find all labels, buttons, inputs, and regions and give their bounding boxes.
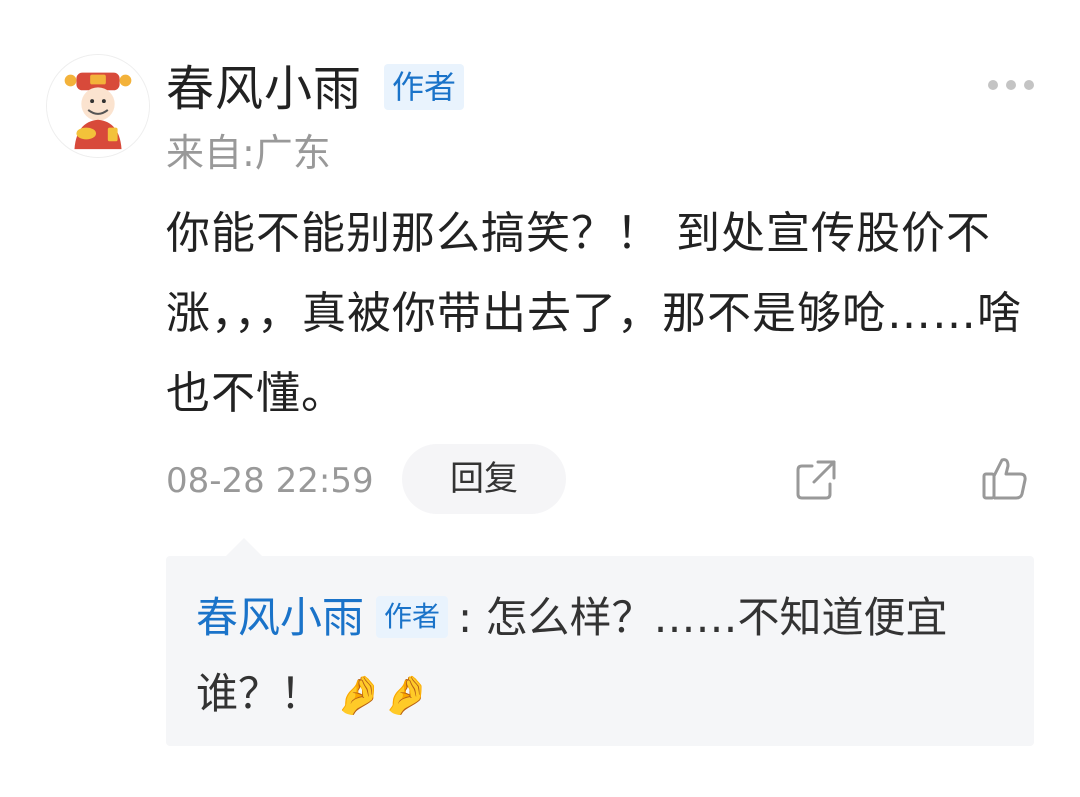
pinched-fingers-icon: 🤌🤌 <box>335 673 431 717</box>
username[interactable]: 春风小雨 <box>166 58 362 120</box>
reply-separator: : <box>458 593 473 642</box>
reply-button[interactable]: 回复 <box>402 444 566 514</box>
god-of-wealth-avatar-icon <box>47 55 149 157</box>
timestamp: 08-28 22:59 <box>166 461 374 501</box>
share-icon[interactable] <box>792 456 840 504</box>
reply-pointer <box>226 538 262 556</box>
thumbs-up-icon[interactable] <box>980 454 1030 504</box>
author-badge: 作者 <box>384 64 465 110</box>
location-text: 来自:广东 <box>166 131 331 175</box>
avatar[interactable] <box>46 54 150 158</box>
comment-body: 你能不能别那么搞笑？！ 到处宣传股价不涨，，，真被你带出去了，那不是够呛……啥也… <box>166 208 1022 419</box>
reply-content: 春风小雨 作者: 怎么样？……不知道便宜谁？！ 🤌🤌 <box>196 580 1016 733</box>
reply-username[interactable]: 春风小雨 <box>196 593 364 642</box>
more-dots-icon[interactable] <box>988 78 1034 92</box>
reply-author-badge: 作者 <box>376 595 449 638</box>
